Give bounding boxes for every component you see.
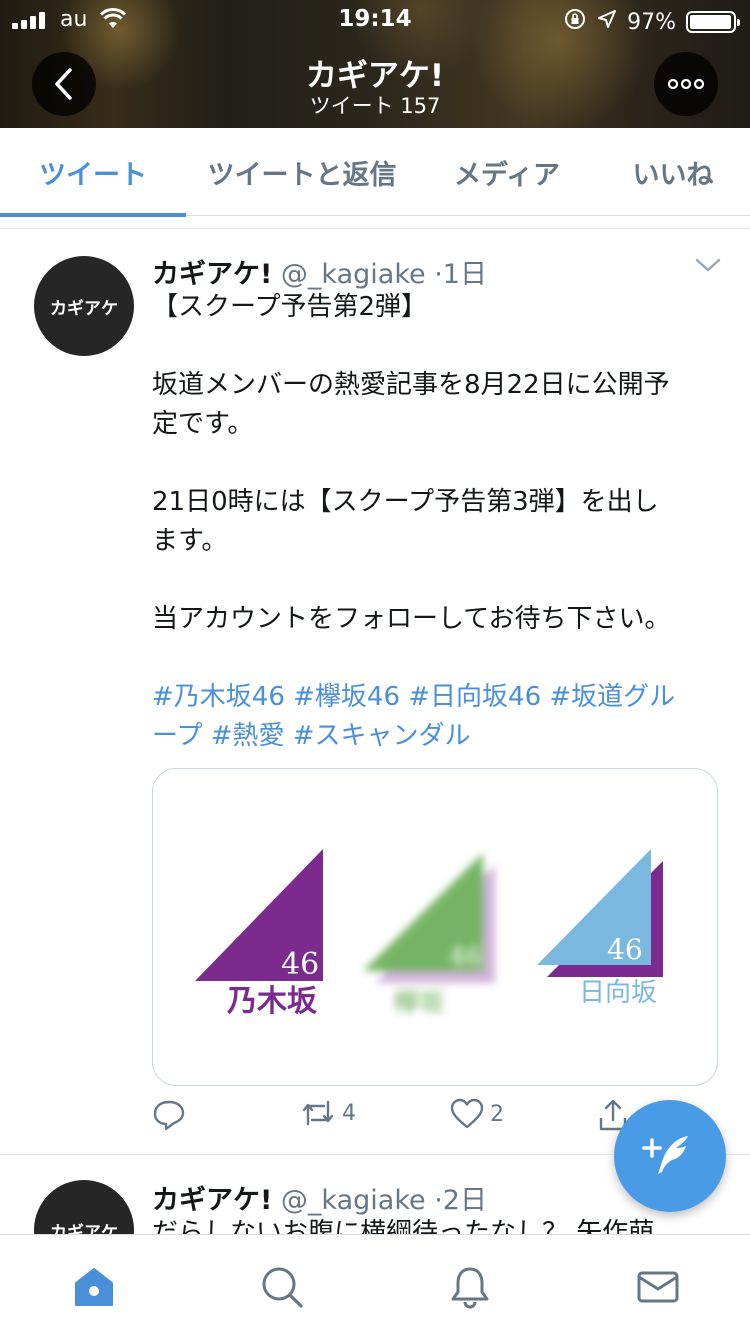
home-icon — [75, 1268, 113, 1306]
battery-icon — [686, 11, 740, 33]
nav-messages[interactable] — [636, 1265, 680, 1309]
tweet-author-handle[interactable]: @_kagiake — [281, 1185, 426, 1216]
status-bar: au 19:14 97% — [0, 0, 750, 40]
profile-title: カギアケ! — [305, 58, 445, 94]
nav-notifications[interactable] — [448, 1265, 492, 1309]
tweet-time: 2日 — [442, 1185, 487, 1216]
envelope-icon — [637, 1271, 679, 1303]
bottom-nav — [0, 1234, 750, 1334]
rotation-lock-icon — [563, 7, 587, 37]
tweet[interactable]: カギアケ カギアケ! @_kagiake ·2日 だらしないお腹に横綱待ったなし… — [0, 0, 750, 1280]
location-arrow-icon — [597, 9, 617, 35]
profile-header: au 19:14 97% カギアケ! ツイート 157 — [0, 0, 750, 128]
tweet-header: カギアケ! @_kagiake ·2日 — [152, 1178, 487, 1217]
battery-percent: 97% — [627, 9, 676, 35]
search-icon — [262, 1267, 303, 1308]
bell-icon — [451, 1267, 489, 1309]
tweet-count: ツイート 157 — [309, 94, 441, 118]
compose-feather-icon — [642, 1136, 688, 1174]
compose-tweet-button[interactable] — [614, 1100, 726, 1212]
nav-home[interactable] — [72, 1265, 116, 1309]
tweet-author-name[interactable]: カギアケ! — [152, 1185, 272, 1216]
tweet-dot-separator: · — [434, 1185, 443, 1216]
more-button[interactable] — [654, 52, 718, 116]
ellipsis-icon — [668, 79, 704, 89]
nav-search[interactable] — [260, 1265, 304, 1309]
